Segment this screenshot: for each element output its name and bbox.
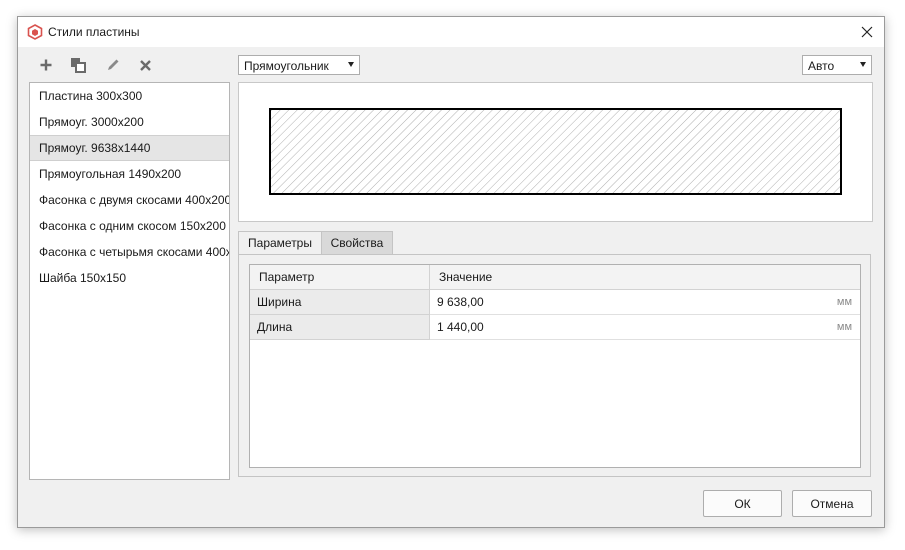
- param-name-length: Длина: [250, 315, 430, 340]
- copy-icon: [71, 58, 86, 73]
- chevron-down-icon: [860, 62, 866, 67]
- length-value: 1 440,00: [437, 320, 484, 334]
- list-item[interactable]: Фасонка с четырьмя скосами 400x200: [30, 239, 229, 265]
- list-item[interactable]: Шайба 150x150: [30, 265, 229, 291]
- title-bar: Стили пластины: [18, 17, 884, 47]
- tab-properties-label: Свойства: [330, 236, 384, 250]
- shape-preview: [238, 82, 873, 222]
- cancel-button-label: Отмена: [810, 496, 854, 511]
- ok-button[interactable]: ОК: [703, 490, 782, 517]
- param-name-width: Ширина: [250, 290, 430, 315]
- unit-label: мм: [836, 296, 852, 308]
- mode-select[interactable]: Авто: [802, 55, 872, 75]
- window-title: Стили пластины: [48, 25, 140, 39]
- x-icon: [139, 59, 151, 71]
- tab-parameters[interactable]: Параметры: [238, 231, 322, 254]
- parameters-panel: Параметр Значение Ширина 9 638,00 мм Дли…: [238, 254, 871, 477]
- add-style-button[interactable]: [35, 54, 57, 76]
- plate-styles-dialog: Стили пластины Пластина 300x300 Прямоуг.…: [17, 16, 885, 528]
- list-item[interactable]: Пластина 300x300: [30, 83, 229, 109]
- edit-style-button[interactable]: [102, 54, 124, 76]
- chevron-down-icon: [348, 62, 354, 67]
- length-value-field[interactable]: 1 440,00 мм: [430, 315, 860, 340]
- list-item[interactable]: Фасонка с одним скосом 150x200: [30, 213, 229, 239]
- close-button[interactable]: [850, 17, 884, 47]
- tab-properties[interactable]: Свойства: [321, 231, 393, 254]
- shape-type-value: Прямоугольник: [244, 59, 329, 73]
- copy-style-button[interactable]: [67, 54, 89, 76]
- table-row: Ширина 9 638,00 мм: [250, 290, 860, 315]
- plus-icon: [40, 59, 52, 71]
- plate-drawing: [269, 108, 842, 195]
- unit-label: мм: [836, 321, 852, 333]
- mode-value: Авто: [808, 59, 835, 73]
- ok-button-label: ОК: [734, 496, 751, 511]
- column-header-value: Значение: [439, 270, 493, 284]
- styles-list: Пластина 300x300 Прямоуг. 3000x200 Прямо…: [29, 82, 230, 480]
- table-row: Длина 1 440,00 мм: [250, 315, 860, 340]
- width-value-field[interactable]: 9 638,00 мм: [430, 290, 860, 315]
- list-item-selected[interactable]: Прямоуг. 9638x1440: [30, 135, 229, 161]
- close-icon: [861, 26, 873, 38]
- list-item[interactable]: Прямоугольная 1490x200: [30, 161, 229, 187]
- pencil-icon: [108, 59, 119, 70]
- shape-type-select[interactable]: Прямоугольник: [238, 55, 360, 75]
- cancel-button[interactable]: Отмена: [792, 490, 872, 517]
- table-header: Параметр Значение: [250, 265, 860, 290]
- app-logo-icon: [27, 24, 43, 40]
- list-item[interactable]: Прямоуг. 3000x200: [30, 109, 229, 135]
- delete-style-button[interactable]: [134, 54, 156, 76]
- tab-parameters-label: Параметры: [248, 236, 312, 250]
- width-value: 9 638,00: [437, 295, 484, 309]
- column-header-parameter: Параметр: [250, 265, 430, 289]
- parameters-table: Параметр Значение Ширина 9 638,00 мм Дли…: [249, 264, 861, 468]
- list-item[interactable]: Фасонка с двумя скосами 400x200: [30, 187, 229, 213]
